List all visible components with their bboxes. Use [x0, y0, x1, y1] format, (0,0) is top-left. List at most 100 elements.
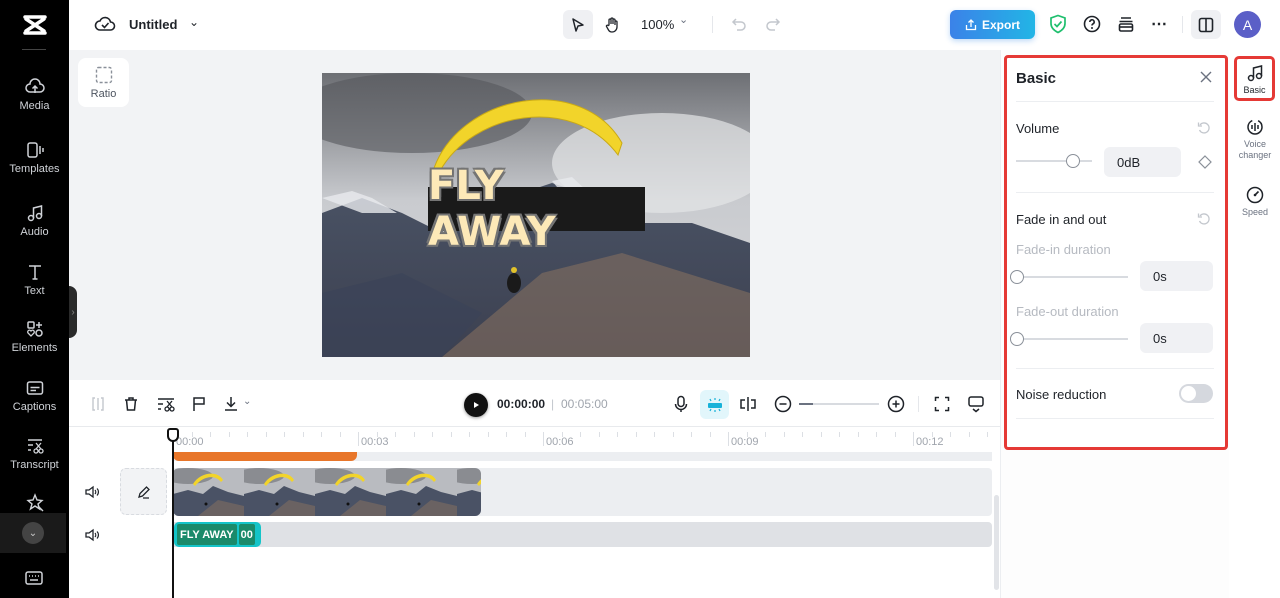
nav-expand-button[interactable]: ⌄	[0, 513, 66, 553]
magnet-snap-button[interactable]	[700, 390, 729, 419]
close-panel-button[interactable]	[1199, 70, 1213, 89]
ruler-minor-tick	[580, 432, 581, 437]
download-icon	[225, 397, 237, 411]
select-tool-button[interactable]	[563, 10, 593, 39]
record-audio-button[interactable]	[669, 392, 693, 416]
ruler-minor-tick	[413, 432, 415, 437]
play-button[interactable]	[464, 393, 488, 417]
toolbar-divider	[918, 396, 919, 412]
zoom-out-button[interactable]	[771, 392, 795, 416]
ruler-minor-tick	[302, 432, 304, 437]
toolbar-divider	[712, 16, 713, 33]
nav-item-captions[interactable]: Captions	[0, 378, 69, 413]
nav-item-templates[interactable]: Templates	[0, 140, 69, 175]
volume-slider-track	[1016, 160, 1092, 162]
fade-out-slider-knob[interactable]	[1010, 332, 1024, 346]
share-upload-icon	[965, 18, 977, 30]
captions-icon	[26, 381, 43, 395]
zoom-chevron-down-icon[interactable]: ⌄	[679, 13, 688, 26]
timeline-ruler[interactable]: 00:00 00:03 00:06 00:09 00:12	[170, 430, 1081, 452]
cloud-sync-icon[interactable]	[94, 14, 116, 39]
export-button[interactable]: Export	[950, 10, 1035, 39]
more-options-icon[interactable]: ⋯	[1151, 14, 1168, 34]
reset-volume-button[interactable]	[1197, 121, 1211, 140]
tab-speed[interactable]: Speed	[1233, 185, 1277, 217]
video-thumbnails	[173, 468, 481, 516]
delete-button[interactable]	[119, 392, 143, 416]
fade-out-input[interactable]: 0s	[1140, 323, 1213, 353]
video-thumbnail	[386, 468, 457, 516]
video-clip[interactable]	[173, 468, 481, 516]
tab-voice-changer[interactable]: Voice changer	[1233, 117, 1277, 161]
redo-button[interactable]	[765, 16, 781, 37]
keyboard-shortcuts-button[interactable]	[24, 570, 44, 591]
ruler-minor-tick	[450, 432, 452, 437]
tab-basic[interactable]: Basic	[1234, 56, 1275, 101]
playhead-line[interactable]	[172, 430, 174, 598]
timeline-scrollbar[interactable]	[994, 495, 999, 590]
fade-out-slider[interactable]	[1010, 332, 1128, 346]
capcut-logo[interactable]	[0, 0, 69, 50]
collapse-panel-button[interactable]: ›	[69, 286, 77, 338]
user-avatar[interactable]: A	[1234, 11, 1261, 38]
title-chevron-down-icon[interactable]: ⌄	[189, 15, 199, 29]
download-chevron-down-icon[interactable]: ⌄	[243, 396, 251, 407]
noise-reduction-toggle[interactable]	[1179, 384, 1213, 403]
fade-in-slider-track	[1014, 276, 1128, 278]
fullscreen-button[interactable]	[930, 392, 954, 416]
fade-in-slider[interactable]	[1010, 270, 1128, 284]
playhead-handle[interactable]	[167, 428, 179, 442]
split-button[interactable]	[86, 392, 110, 416]
shield-check-button[interactable]	[1049, 14, 1067, 39]
mute-text-track-button[interactable]	[84, 528, 100, 547]
reset-fade-button[interactable]	[1197, 212, 1211, 231]
zoom-in-button[interactable]	[884, 392, 908, 416]
reset-icon	[1197, 213, 1210, 225]
play-icon	[474, 402, 479, 408]
nav-item-transcript[interactable]: Transcript	[0, 436, 69, 471]
ruler-minor-tick	[506, 432, 507, 437]
help-button[interactable]	[1083, 15, 1101, 38]
ruler-minor-tick	[487, 432, 489, 437]
download-button[interactable]	[220, 392, 244, 416]
nav-item-media[interactable]: Media	[0, 77, 69, 112]
cut-scene-button[interactable]	[154, 392, 178, 416]
comment-icon	[968, 396, 984, 413]
ruler-minor-tick	[617, 432, 618, 437]
nav-item-elements[interactable]: Elements	[0, 319, 69, 354]
edit-cover-button[interactable]	[120, 468, 167, 515]
split-view-button[interactable]	[736, 392, 760, 416]
fade-in-input[interactable]: 0s	[1140, 261, 1213, 291]
marker-button[interactable]	[187, 392, 211, 416]
trash-icon	[125, 397, 137, 411]
undo-button[interactable]	[731, 16, 747, 37]
feedback-button[interactable]	[964, 392, 988, 416]
transcript-icon	[27, 439, 44, 454]
project-title[interactable]: Untitled	[129, 17, 177, 32]
audio-clip[interactable]	[173, 452, 357, 461]
fade-in-slider-knob[interactable]	[1010, 270, 1024, 284]
hand-tool-button[interactable]	[600, 10, 626, 39]
left-navigation: Media Templates Audio Text Elements Capt…	[0, 0, 69, 598]
nav-item-audio[interactable]: Audio	[0, 203, 69, 238]
logo-icon	[22, 15, 47, 35]
nav-item-text[interactable]: Text	[0, 262, 69, 297]
elements-icon	[26, 321, 43, 337]
panel-title: Basic	[1016, 70, 1057, 87]
ratio-button[interactable]: Ratio	[78, 58, 129, 107]
layers-button[interactable]	[1117, 15, 1135, 38]
zoom-level-dropdown[interactable]: 100%	[641, 17, 674, 32]
ruler-minor-tick	[210, 432, 211, 437]
volume-input[interactable]: 0dB	[1104, 147, 1181, 177]
split-icon	[92, 397, 104, 411]
text-clip[interactable]: FLY AWAY 00	[174, 522, 261, 547]
volume-slider[interactable]	[1016, 154, 1092, 168]
mute-video-track-button[interactable]	[84, 485, 100, 504]
toggle-panel-button[interactable]	[1191, 10, 1221, 39]
volume-keyframe-button[interactable]	[1198, 155, 1212, 174]
volume-slider-knob[interactable]	[1065, 154, 1080, 168]
text-overlay-fly-away[interactable]: FLY AWAY	[428, 163, 645, 255]
ratio-icon	[95, 66, 112, 83]
timeline-zoom-slider[interactable]	[799, 403, 879, 405]
ruler-minor-tick	[376, 432, 378, 437]
